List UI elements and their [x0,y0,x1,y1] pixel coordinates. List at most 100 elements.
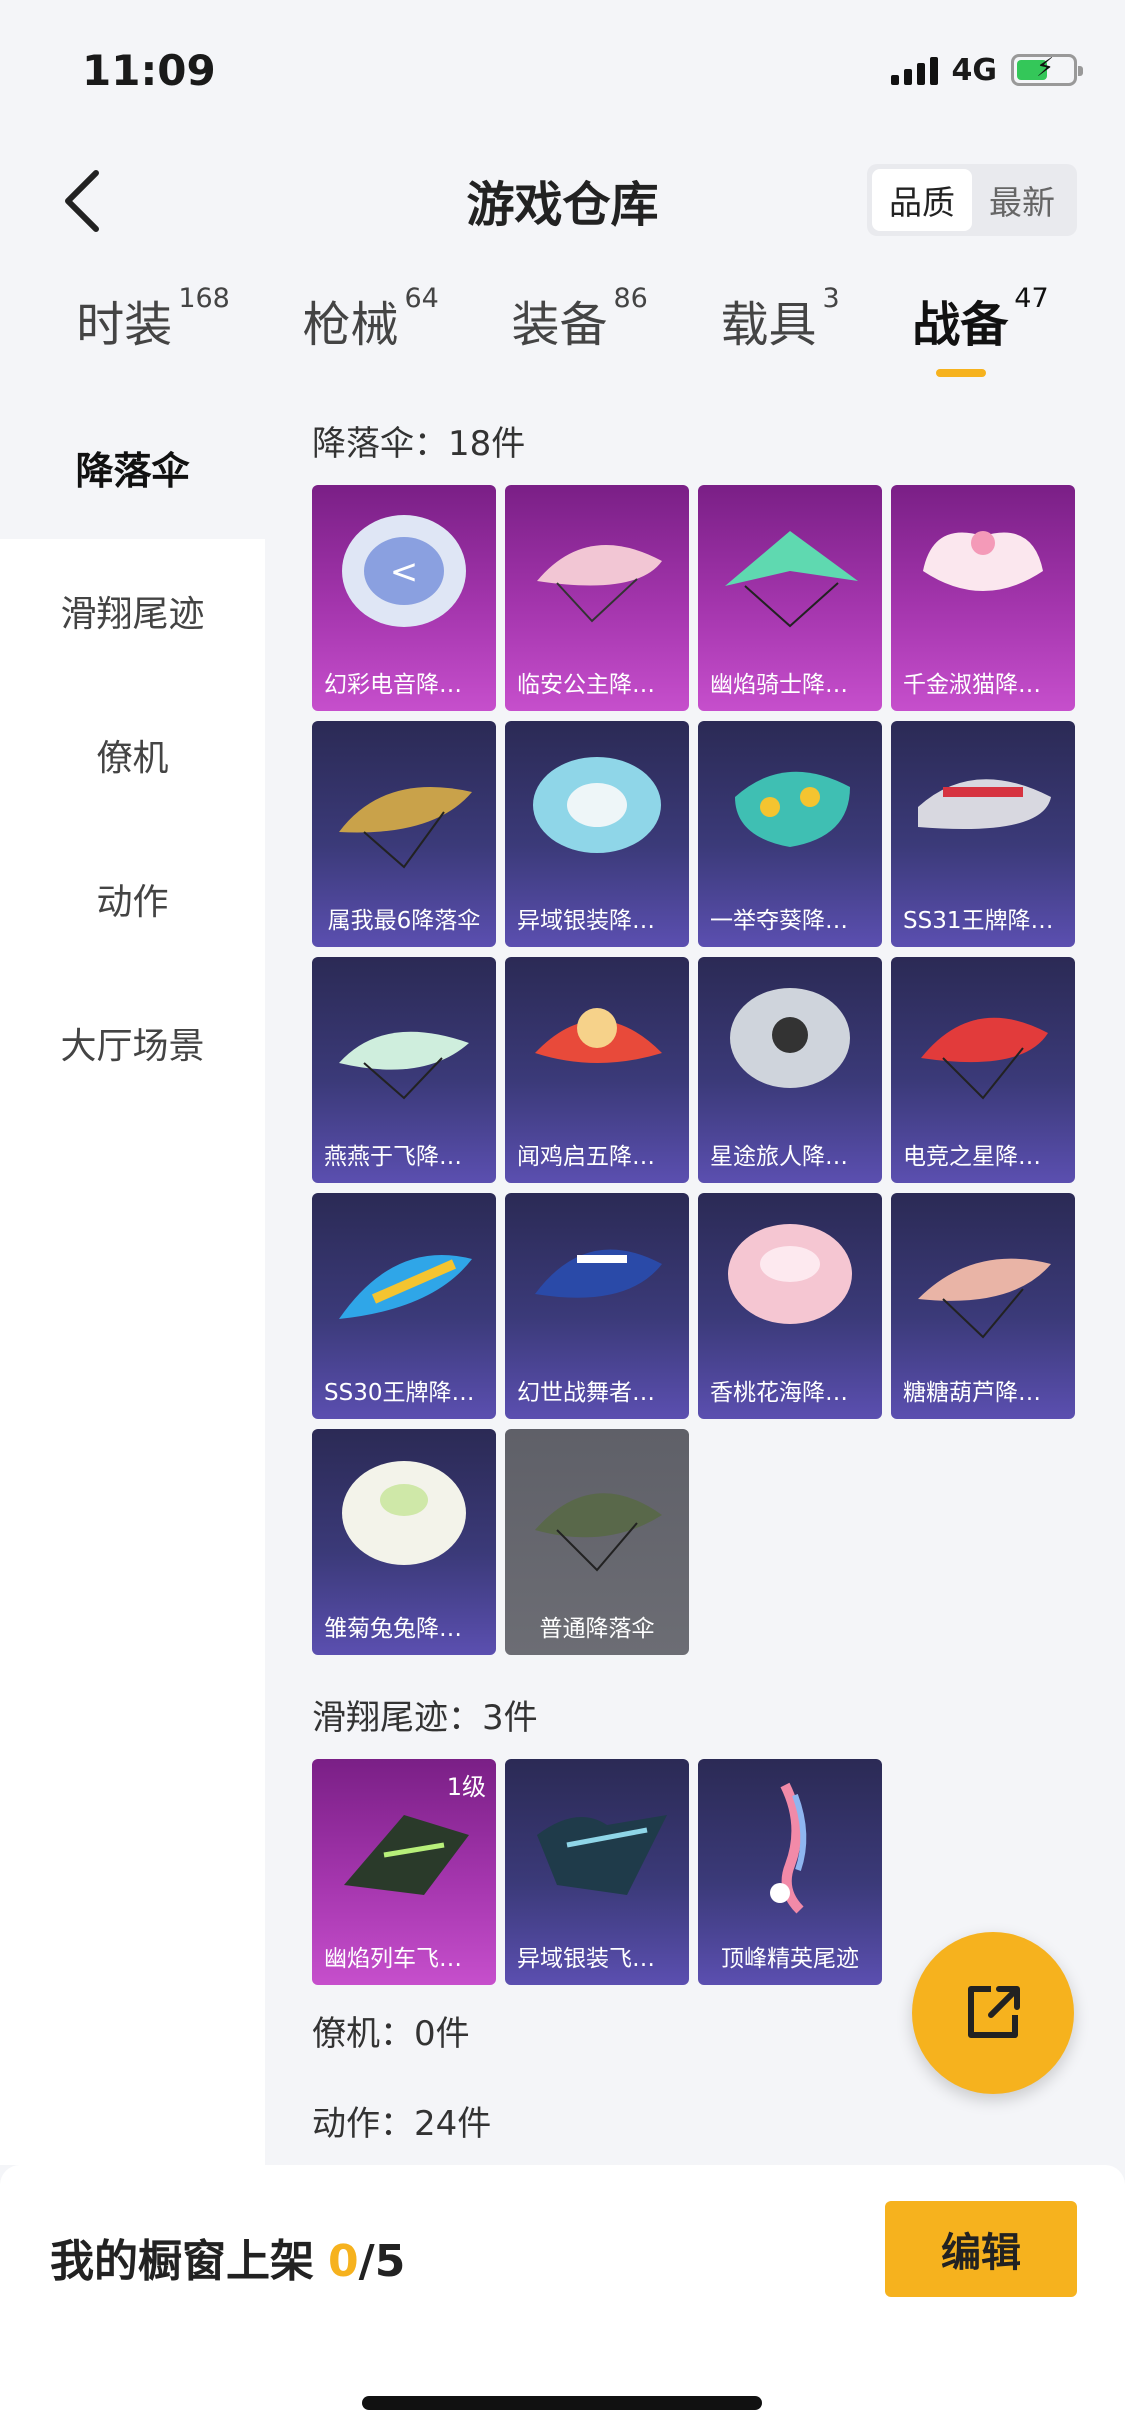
item-card[interactable]: 顶峰精英尾迹 [698,1759,882,1985]
parachute-icon [730,988,850,1088]
item-card[interactable]: 星途旅人降落伞 [698,957,882,1183]
item-card[interactable]: 燕燕于飞降落伞 [312,957,496,1183]
battery-icon: ⚡ [1011,53,1083,86]
chevron-left-icon [65,170,99,232]
trail-icon [770,1782,807,1914]
tab-weapons[interactable]: 枪械 64 [302,283,439,385]
item-name: 幽焰骑士降落伞 [710,672,871,698]
item-card[interactable]: 闻鸡启五降落伞 [505,957,689,1183]
tab-count: 168 [178,283,230,314]
parachute-icon [923,531,1043,591]
parachute-icon [533,757,661,853]
sidebar-item-wingman[interactable]: 僚机 [0,683,265,827]
item-name: 一举夺葵降落伞 [710,908,871,934]
item-card[interactable]: 1级 幽焰列车飞行器 [312,1759,496,1985]
parachute-icon [735,771,850,847]
active-tab-indicator [936,369,987,377]
item-name: SS30王牌降落伞 [324,1380,496,1406]
tab-equipment[interactable]: 装备 86 [511,283,648,385]
parachute-icon [918,1258,1051,1339]
parachute-icon [725,531,858,628]
sidebar: 降落伞 滑翔尾迹 僚机 动作 大厅场景 [0,395,265,2165]
back-button[interactable] [52,166,112,236]
sort-newest-button[interactable]: 最新 [972,169,1072,231]
sidebar-item-emote[interactable]: 动作 [0,827,265,971]
parachute-icon [339,1031,469,1100]
item-card[interactable]: SS31王牌降落伞 [891,721,1075,947]
page-title: 游戏仓库 [466,177,659,233]
parachute-icon [535,1493,662,1572]
item-name: SS31王牌降落伞 [903,908,1075,934]
item-card[interactable]: 一举夺葵降落伞 [698,721,882,947]
item-card[interactable]: 属我最6降落伞 [312,721,496,947]
tab-fashion[interactable]: 时装 168 [76,283,230,385]
item-name: 星途旅人降落伞 [710,1144,871,1170]
parachute-icon: < [342,515,466,627]
category-tabs: 时装 168 枪械 64 装备 86 载具 3 战备 47 [0,283,1125,395]
item-name: 雏菊兔兔降落伞 [324,1616,485,1642]
sidebar-item-parachute[interactable]: 降落伞 [0,395,265,539]
status-indicators: 4G ⚡ [890,52,1083,88]
item-card[interactable]: 普通降落伞 [505,1429,689,1655]
parachute-icon [339,787,472,869]
svg-text:<: < [390,552,419,592]
section-title-glide: 滑翔尾迹：3件 [312,1697,538,1738]
item-card[interactable]: 异域银装飞行器 [505,1759,689,1985]
item-name: 属我最6降落伞 [327,908,481,934]
parachute-icon [535,1249,662,1298]
showcase-current: 0 [328,2236,359,2287]
parachute-grid: < 幻彩电音降落伞 临安公主降落伞 幽焰骑士降落伞 千金淑猫降落伞 属我最6降落伞… [312,485,1092,1655]
item-card[interactable]: 异域银装降落伞 [505,721,689,947]
item-card[interactable]: 千金淑猫降落伞 [891,485,1075,711]
tab-label: 战备 [912,297,1009,353]
item-name: 闻鸡启五降落伞 [517,1144,678,1170]
share-button[interactable] [912,1932,1074,2094]
sidebar-item-glide-trail[interactable]: 滑翔尾迹 [0,539,265,683]
tab-label: 载具 [720,297,817,353]
item-card[interactable]: 幻世战舞者降落伞 [505,1193,689,1419]
parachute-icon [918,779,1051,829]
item-name: 顶峰精英尾迹 [721,1946,859,1972]
tab-count: 47 [1014,283,1049,314]
item-card[interactable]: 电竞之星降落伞 [891,957,1075,1183]
showcase-label: 我的橱窗上架 [50,2236,314,2287]
item-name: 香桃花海降落伞 [710,1380,871,1406]
section-title-parachute: 降落伞：18件 [312,423,526,464]
item-card[interactable]: SS30王牌降落伞 [312,1193,496,1419]
tab-count: 86 [613,283,648,314]
share-icon [968,1986,1020,2038]
item-card[interactable]: 幽焰骑士降落伞 [698,485,882,711]
tab-label: 时装 [76,297,173,353]
status-time: 11:09 [82,45,216,95]
tab-label: 枪械 [302,297,399,353]
status-bar: 11:09 4G ⚡ [0,0,1125,140]
item-card[interactable]: 雏菊兔兔降落伞 [312,1429,496,1655]
item-name: 异域银装飞行器 [517,1946,678,1972]
item-card[interactable]: 香桃花海降落伞 [698,1193,882,1419]
tab-battle-prep[interactable]: 战备 47 [912,283,1049,385]
tab-count: 64 [404,283,439,314]
item-card[interactable]: 临安公主降落伞 [505,485,689,711]
item-card[interactable]: 糖糖葫芦降落伞 [891,1193,1075,1419]
glider-icon [344,1815,469,1895]
parachute-icon [339,1255,472,1319]
parachute-icon [728,1224,852,1324]
item-list: 降落伞：18件 < 幻彩电音降落伞 临安公主降落伞 幽焰骑士降落伞 千金淑猫降落伞… [312,395,1092,2165]
showcase-status: 我的橱窗上架 0 /5 [50,2225,405,2289]
item-card[interactable]: < 幻彩电音降落伞 [312,485,496,711]
sidebar-item-lobby-scene[interactable]: 大厅场景 [0,971,265,1115]
sort-toggle: 品质 最新 [867,164,1077,236]
signal-icon [890,55,938,85]
parachute-icon [342,1461,466,1565]
item-name: 电竞之星降落伞 [903,1144,1064,1170]
header: 游戏仓库 品质 最新 [0,150,1125,250]
item-name: 普通降落伞 [539,1616,655,1642]
item-name: 燕燕于飞降落伞 [324,1144,485,1170]
network-type: 4G [951,52,998,88]
tab-vehicles[interactable]: 载具 3 [720,283,839,385]
glider-icon [537,1815,667,1895]
edit-button[interactable]: 编辑 [885,2201,1077,2297]
item-name: 幻世战舞者降落伞 [517,1380,689,1406]
showcase-total: /5 [358,2236,406,2287]
sort-quality-button[interactable]: 品质 [872,169,972,231]
